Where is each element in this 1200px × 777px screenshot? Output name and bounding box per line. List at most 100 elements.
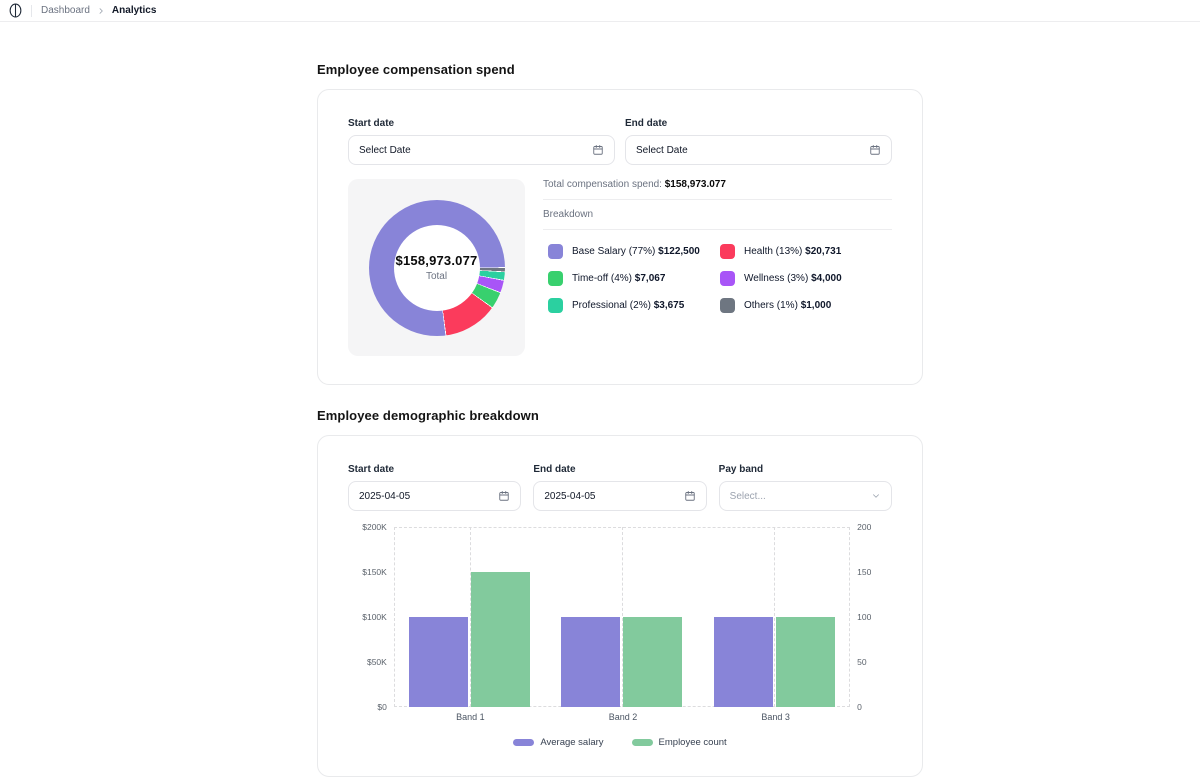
legend-text: Base Salary (77%) $122,500	[572, 246, 700, 257]
breakdown-item: Health (13%) $20,731	[720, 244, 892, 259]
end-date-field: End date 2025-04-05	[533, 464, 706, 511]
total-spend-label: Total compensation spend:	[543, 179, 662, 190]
bar-group	[394, 527, 546, 707]
chevron-down-icon	[871, 491, 881, 501]
y-axis-tick-left: $100K	[348, 613, 394, 621]
bar-group	[698, 527, 850, 707]
legend-swatch	[720, 271, 735, 286]
y-axis-tick-right: 0	[850, 703, 892, 711]
pay-band-label: Pay band	[719, 464, 892, 475]
x-axis-label: Band 1	[394, 712, 547, 722]
start-date-label: Start date	[348, 118, 615, 129]
compensation-donut-chart: $158,973.077 Total	[369, 200, 505, 336]
chart-legend-item: Employee count	[632, 737, 727, 748]
bar-employee-count	[623, 617, 682, 707]
end-date-value: 2025-04-05	[544, 491, 595, 502]
calendar-icon	[684, 490, 696, 502]
legend-swatch	[720, 298, 735, 313]
bar-average-salary	[561, 617, 620, 707]
donut-center: $158,973.077 Total	[394, 225, 480, 311]
calendar-icon	[498, 490, 510, 502]
start-date-input[interactable]: Select Date	[348, 135, 615, 165]
legend-label: Employee count	[659, 737, 727, 748]
start-date-input[interactable]: 2025-04-05	[348, 481, 521, 511]
x-axis-labels: Band 1Band 2Band 3	[394, 712, 852, 722]
y-axis-tick-left: $0	[348, 703, 394, 711]
compensation-card: Start date Select Date End date Select D…	[317, 89, 923, 385]
y-axis-tick-left: $200K	[348, 523, 394, 531]
bar-average-salary	[714, 617, 773, 707]
bar-employee-count	[471, 572, 530, 707]
y-axis-tick-right: 200	[850, 523, 892, 531]
end-date-value: Select Date	[636, 145, 688, 156]
donut-total-value: $158,973.077	[396, 253, 478, 268]
end-date-label: End date	[625, 118, 892, 129]
y-axis-tick-left: $50K	[348, 658, 394, 666]
breakdown-item: Others (1%) $1,000	[720, 298, 892, 313]
legend-swatch	[720, 244, 735, 259]
breakdown-item: Base Salary (77%) $122,500	[548, 244, 720, 259]
y-axis-right: 200150100500	[850, 527, 892, 707]
legend-text: Time-off (4%) $7,067	[572, 273, 665, 284]
donut-total-label: Total	[426, 271, 447, 282]
chart-legend-item: Average salary	[513, 737, 603, 748]
x-axis-label: Band 2	[547, 712, 700, 722]
calendar-icon	[592, 144, 604, 156]
demographic-section-title: Employee demographic breakdown	[317, 408, 923, 423]
topbar: Dashboard Analytics	[0, 0, 1200, 22]
y-axis-tick-right: 100	[850, 613, 892, 621]
legend-text: Professional (2%) $3,675	[572, 300, 684, 311]
compensation-filters: Start date Select Date End date Select D…	[348, 118, 892, 165]
end-date-label: End date	[533, 464, 706, 475]
end-date-input[interactable]: Select Date	[625, 135, 892, 165]
end-date-input[interactable]: 2025-04-05	[533, 481, 706, 511]
start-date-label: Start date	[348, 464, 521, 475]
y-axis-left: $200K$150K$100K$50K$0	[348, 527, 394, 707]
legend-text: Health (13%) $20,731	[744, 246, 841, 257]
demographic-section: Employee demographic breakdown Start dat…	[317, 408, 923, 777]
legend-swatch	[632, 739, 653, 746]
bar-employee-count	[776, 617, 835, 707]
donut-chart-panel: $158,973.077 Total	[348, 179, 525, 356]
breadcrumb-dashboard[interactable]: Dashboard	[41, 5, 90, 16]
legend-swatch	[513, 739, 534, 746]
total-spend-value: $158,973.077	[665, 179, 726, 190]
demographic-card: Start date 2025-04-05 End date 2025-04-0…	[317, 435, 923, 777]
y-axis-tick-right: 50	[850, 658, 892, 666]
app-logo[interactable]	[9, 3, 22, 18]
compensation-body: $158,973.077 Total Total compensation sp…	[348, 179, 892, 356]
breakdown-item: Wellness (3%) $4,000	[720, 271, 892, 286]
breakdown-legend: Base Salary (77%) $122,500 Health (13%) $…	[543, 230, 892, 313]
y-axis-tick-left: $150K	[348, 568, 394, 576]
breakdown-item: Professional (2%) $3,675	[548, 298, 720, 313]
compensation-section-title: Employee compensation spend	[317, 62, 923, 77]
legend-swatch	[548, 244, 563, 259]
y-axis-tick-right: 150	[850, 568, 892, 576]
chevron-right-icon	[97, 7, 105, 15]
legend-label: Average salary	[540, 737, 603, 748]
legend-swatch	[548, 271, 563, 286]
breakdown-item: Time-off (4%) $7,067	[548, 271, 720, 286]
total-spend-row: Total compensation spend: $158,973.077	[543, 179, 892, 200]
start-date-field: Start date Select Date	[348, 118, 615, 165]
x-axis-label: Band 3	[699, 712, 852, 722]
legend-text: Wellness (3%) $4,000	[744, 273, 842, 284]
breadcrumb: Dashboard Analytics	[41, 5, 156, 16]
compensation-section: Employee compensation spend Start date S…	[317, 62, 923, 385]
bar-group	[546, 527, 698, 707]
bar-chart-plot-area	[394, 527, 850, 707]
legend-swatch	[548, 298, 563, 313]
logo-icon	[9, 3, 22, 18]
pay-band-select[interactable]: Select...	[719, 481, 892, 511]
start-date-value: Select Date	[359, 145, 411, 156]
bar-chart-legend: Average salary Employee count	[348, 737, 892, 748]
topbar-divider	[31, 5, 32, 17]
calendar-icon	[869, 144, 881, 156]
bar-average-salary	[409, 617, 468, 707]
start-date-value: 2025-04-05	[359, 491, 410, 502]
end-date-field: End date Select Date	[625, 118, 892, 165]
breadcrumb-analytics[interactable]: Analytics	[112, 5, 156, 16]
legend-text: Others (1%) $1,000	[744, 300, 831, 311]
start-date-field: Start date 2025-04-05	[348, 464, 521, 511]
pay-band-field: Pay band Select...	[719, 464, 892, 511]
